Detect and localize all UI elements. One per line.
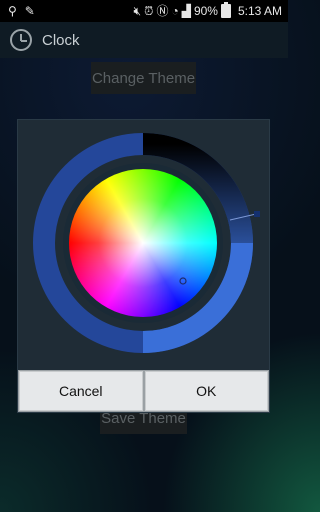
nfc-icon: Ⓝ — [156, 4, 169, 18]
value-handle[interactable] — [254, 211, 260, 217]
status-left: ⚲ ✎ — [0, 0, 35, 22]
mute-icon: 🔇︎ — [133, 4, 142, 18]
app-title: Clock — [42, 31, 80, 49]
wifi-icon: ◔ — [171, 4, 179, 18]
alarm-icon: ⏰︎ — [144, 4, 154, 18]
ok-button[interactable]: OK — [144, 371, 268, 411]
clock-time: 5:13 AM — [237, 4, 282, 18]
dialog-button-bar: Cancel OK — [18, 370, 269, 412]
action-bar: Clock — [0, 22, 288, 58]
color-picker[interactable] — [18, 120, 269, 370]
saturation-overlay — [69, 169, 217, 317]
status-right: 🔇︎ ⏰︎ Ⓝ ◔ ▟ 90% 5:13 AM — [134, 0, 289, 22]
cancel-button[interactable]: Cancel — [19, 371, 143, 411]
clock-app-icon[interactable] — [10, 29, 32, 51]
battery-percent: 90% — [193, 4, 218, 18]
edit-icon: ✎ — [24, 4, 35, 18]
battery-icon — [220, 2, 231, 18]
change-theme-button[interactable]: Change Theme — [91, 62, 196, 94]
status-bar: ⚲ ✎ 🔇︎ ⏰︎ Ⓝ ◔ ▟ 90% 5:13 AM — [0, 0, 288, 22]
signal-icon: ▟ — [181, 4, 191, 18]
usb-icon: ⚲ — [8, 4, 17, 18]
color-picker-dialog: Cancel OK — [18, 120, 269, 412]
